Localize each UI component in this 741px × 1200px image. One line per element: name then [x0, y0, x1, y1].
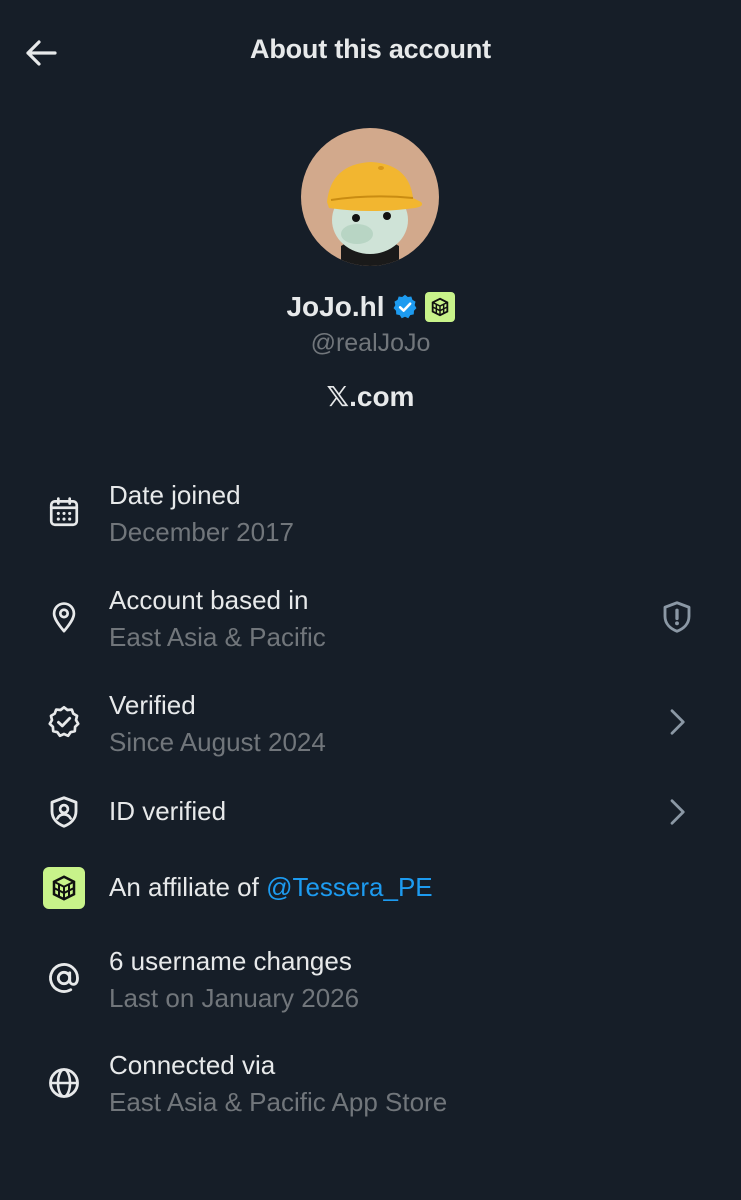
affiliate-cube-icon	[431, 297, 448, 317]
page-title: About this account	[250, 34, 491, 64]
avatar-image	[301, 128, 439, 266]
chevron-right-icon	[670, 709, 685, 735]
name-row: JoJo.hl	[0, 287, 741, 327]
row-verified[interactable]: Verified Since August 2024	[0, 688, 741, 758]
row-id-verified[interactable]: ID verified	[0, 789, 741, 835]
location-pin-icon	[52, 602, 76, 633]
shield-exclamation-icon	[663, 601, 691, 633]
row-connected-via: Connected via East Asia & Pacific App St…	[0, 1048, 741, 1118]
row-username-changes: 6 username changes Last on January 2026	[0, 944, 741, 1014]
avatar[interactable]	[301, 128, 439, 266]
chevron-right-icon	[670, 799, 685, 825]
top-bar: About this account	[0, 0, 741, 108]
row-value: East Asia & Pacific App Store	[109, 1087, 448, 1117]
row-value: East Asia & Pacific	[109, 622, 326, 652]
site-label: 𝕏.com	[326, 381, 415, 412]
row-label: 6 username changes	[109, 946, 352, 976]
at-sign-icon	[49, 963, 79, 993]
row-label: Date joined	[109, 480, 241, 510]
row-value: Since August 2024	[109, 727, 326, 757]
verified-badge-icon	[48, 705, 80, 738]
affiliate-badge[interactable]	[424, 292, 455, 322]
row-date-joined: Date joined December 2017	[0, 478, 741, 548]
affiliate-prefix: An affiliate of	[109, 872, 267, 902]
row-label: Verified	[109, 690, 196, 720]
verified-badge-icon	[393, 294, 416, 319]
row-account-based-in: Account based in East Asia & Pacific	[0, 583, 741, 653]
globe-icon	[49, 1068, 79, 1098]
display-name: JoJo.hl	[286, 291, 385, 322]
id-shield-icon	[50, 796, 78, 828]
row-value: Last on January 2026	[109, 983, 360, 1013]
calendar-icon	[49, 497, 79, 527]
row-label: An affiliate of @Tessera_PE	[109, 872, 433, 903]
privacy-info-button[interactable]	[655, 595, 699, 639]
affiliate-link[interactable]: @Tessera_PE	[266, 872, 433, 902]
row-affiliate: An affiliate of @Tessera_PE	[0, 864, 741, 912]
row-label: Connected via	[109, 1050, 276, 1080]
row-label: ID verified	[109, 796, 227, 826]
row-label: Account based in	[109, 585, 309, 615]
account-handle: @realJoJo	[310, 329, 431, 357]
affiliate-badge[interactable]	[43, 867, 85, 909]
affiliate-cube-icon	[52, 875, 76, 901]
row-value: December 2017	[109, 517, 294, 547]
